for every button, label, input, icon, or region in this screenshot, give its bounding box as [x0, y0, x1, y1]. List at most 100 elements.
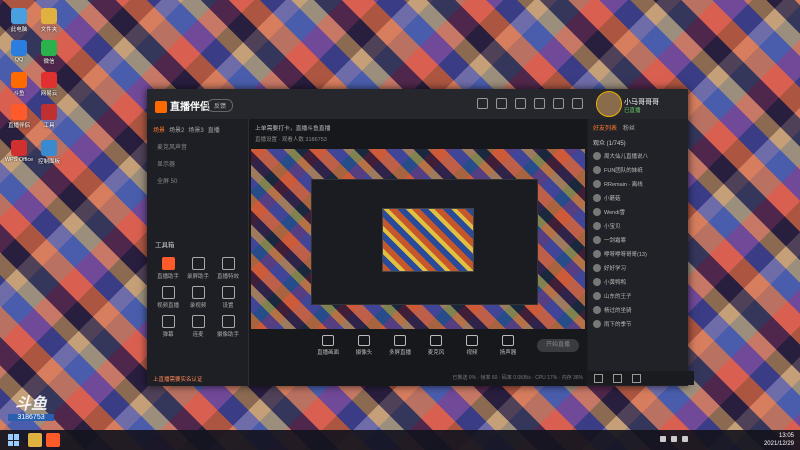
friend-avatar: [593, 180, 601, 188]
skin-icon[interactable]: [515, 98, 526, 109]
gift-icon[interactable]: [613, 373, 622, 383]
friend-item[interactable]: 雨下的季节: [588, 317, 688, 331]
tool-label: 摄像助手: [216, 332, 239, 338]
desktop-icon[interactable]: WPS Office: [4, 140, 34, 163]
desktop-icon[interactable]: 微信: [34, 40, 64, 65]
tool-icon: [161, 315, 175, 328]
clock-time: 13:05: [778, 433, 794, 439]
desktop-icon[interactable]: QQ: [4, 40, 34, 63]
control-button[interactable]: 麦克风: [425, 335, 447, 361]
friend-item[interactable]: 周大仙儿直播说八: [588, 149, 688, 163]
toolbox-item[interactable]: 视频直播: [153, 286, 183, 309]
control-icon: [430, 335, 442, 346]
friend-name: 山东的王子: [604, 294, 632, 300]
tool-icon: [221, 286, 235, 299]
friend-item[interactable]: 一剑霜寒: [588, 233, 688, 247]
friend-item[interactable]: 山东的王子: [588, 289, 688, 303]
desktop-icon-label: 此电脑: [10, 27, 28, 33]
maximize-icon[interactable]: [553, 98, 564, 109]
feedback-button[interactable]: 反馈: [207, 99, 234, 112]
emoji-icon[interactable]: [632, 373, 641, 383]
toolbox-item[interactable]: 直播助手: [153, 257, 183, 280]
desktop-app-icon: [11, 140, 27, 156]
tool-icon: [221, 257, 235, 270]
control-icon: [394, 335, 406, 346]
toolbox-item[interactable]: 直播特效: [213, 257, 243, 280]
friend-item[interactable]: 咿呀咿呀哥哥(13): [588, 247, 688, 261]
desktop-icon[interactable]: 工具: [34, 104, 64, 129]
right-panel: 好友列表 粉丝 观众 (1/745) 周大仙儿直播说八 FUN团队的妹纸 RRemai…: [588, 119, 694, 386]
friend-item[interactable]: RRemain · 离线: [588, 177, 688, 191]
friend-item[interactable]: 小蘑菇: [588, 191, 688, 205]
input-method-icon[interactable]: [682, 436, 688, 442]
desktop-icon[interactable]: 此电脑: [4, 8, 34, 33]
friend-item[interactable]: 好好学习: [588, 261, 688, 275]
friend-avatar: [593, 306, 601, 314]
stream-preview[interactable]: [251, 149, 585, 329]
scene-tab[interactable]: 直播: [208, 125, 220, 134]
desktop-icon[interactable]: 直播伴侣: [4, 104, 34, 129]
desktop-icon[interactable]: 斗鱼: [4, 72, 34, 97]
minimize-icon[interactable]: [534, 98, 545, 109]
nested-window-preview: [311, 179, 538, 305]
message-icon[interactable]: [496, 98, 507, 109]
friend-name: 雨下的季节: [604, 322, 632, 328]
scene-tab[interactable]: 场景: [153, 125, 165, 134]
start-live-button[interactable]: 开始直播: [537, 339, 579, 352]
nested-preview-image: [382, 208, 474, 272]
friend-item[interactable]: 杨过的坐骑: [588, 303, 688, 317]
clock-date: 2021/12/29: [763, 441, 794, 447]
desktop-icon[interactable]: 控制面板: [34, 140, 64, 165]
file-explorer-icon[interactable]: [28, 433, 42, 447]
tool-icon: [191, 315, 205, 328]
friend-item[interactable]: 小宝贝: [588, 219, 688, 233]
tool-label: 录视频: [189, 303, 207, 309]
left-panel: 场景 场景2 场景3 直播 麦克风声音 显示器 全屏 50 工具箱 直播助手 录屏助手 直播特…: [147, 119, 249, 386]
toolbox-item[interactable]: 设置: [213, 286, 243, 309]
control-button[interactable]: 扬声器: [497, 335, 519, 361]
close-icon[interactable]: [572, 98, 583, 109]
friend-item[interactable]: FUN团队的妹纸: [588, 163, 688, 177]
start-menu-icon[interactable]: [8, 434, 20, 446]
tool-icon: [191, 286, 205, 299]
friend-avatar: [593, 222, 601, 230]
stream-title[interactable]: 上单需要打卡，直播斗鱼直播: [255, 123, 330, 132]
volume-icon[interactable]: [671, 436, 677, 442]
toolbox-item[interactable]: 连麦: [183, 315, 213, 338]
verification-notice[interactable]: 上直播需要实名认证: [153, 375, 203, 383]
desktop-icon-label: 控制面板: [37, 159, 60, 165]
live-companion-taskbar-icon[interactable]: [46, 433, 60, 447]
friend-avatar: [593, 292, 601, 300]
desktop-icon[interactable]: 网易云: [34, 72, 64, 97]
tool-label: 录屏助手: [186, 274, 209, 280]
chat-icon[interactable]: [594, 373, 603, 383]
toolbox-item[interactable]: 弹幕: [153, 315, 183, 338]
toolbox-item[interactable]: 录视频: [183, 286, 213, 309]
control-button[interactable]: 摄像头: [353, 335, 375, 361]
desktop-icon[interactable]: 文件夹: [34, 8, 64, 33]
toolbox-item[interactable]: 录屏助手: [183, 257, 213, 280]
right-tabs: 好友列表 粉丝: [588, 119, 688, 136]
settings-icon[interactable]: [477, 98, 488, 109]
control-button[interactable]: 直播画面: [317, 335, 339, 361]
clock[interactable]: 13:05 2021/12/29: [764, 432, 794, 448]
scene-item[interactable]: 全屏 50: [147, 172, 248, 189]
scene-item[interactable]: 麦克风声音: [147, 138, 248, 155]
control-button[interactable]: 视频: [461, 335, 483, 361]
toolbox-item[interactable]: 摄像助手: [213, 315, 243, 338]
right-tab[interactable]: 好友列表: [593, 123, 617, 132]
network-icon[interactable]: [660, 436, 666, 442]
user-avatar[interactable]: [596, 91, 622, 117]
scene-item[interactable]: 显示器: [147, 155, 248, 172]
friend-item[interactable]: 小黄鸭鸭: [588, 275, 688, 289]
friend-name: 周大仙儿直播说八: [604, 154, 649, 160]
friend-list: 周大仙儿直播说八 FUN团队的妹纸 RRemain · 离线 小蘑菇 Wendi雪 小宝贝…: [588, 149, 688, 331]
control-button[interactable]: 多屏直播: [389, 335, 411, 361]
scene-tab[interactable]: 场景3: [188, 125, 203, 134]
right-tab[interactable]: 粉丝: [623, 123, 635, 132]
scene-tab[interactable]: 场景2: [169, 125, 184, 134]
friend-avatar: [593, 166, 601, 174]
logo-icon: [155, 101, 167, 114]
friend-item[interactable]: Wendi雪: [588, 205, 688, 219]
desktop-app-icon: [41, 40, 57, 56]
